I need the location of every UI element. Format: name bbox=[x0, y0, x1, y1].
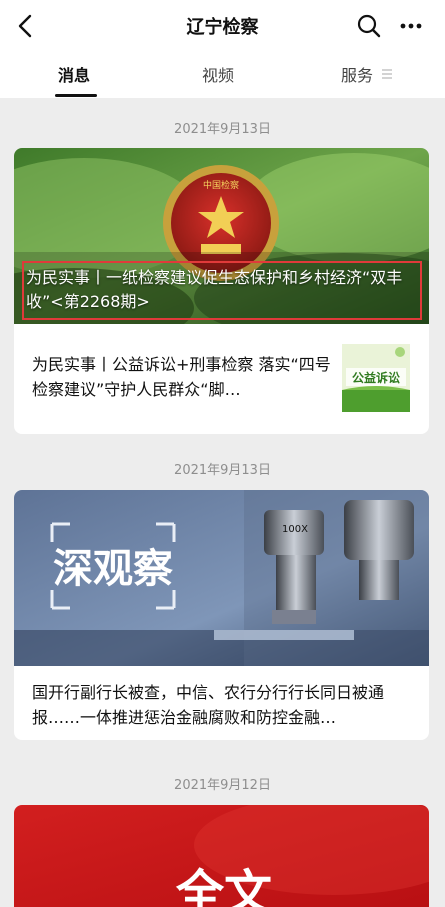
cover-headline: 深观察 bbox=[53, 546, 173, 592]
article-card: 100X 深观察 国开行副行长被查，中信、农行分行行长同日被通报……一体推进惩治… bbox=[14, 490, 429, 740]
article-card: 全文 bbox=[14, 805, 429, 907]
feed-date: 2021年9月12日 bbox=[174, 778, 271, 793]
tab-services[interactable]: 服务 bbox=[341, 62, 373, 86]
menu-lines-icon bbox=[382, 69, 392, 79]
article-cover-image[interactable]: 100X 深观察 bbox=[14, 490, 429, 666]
more-dots-icon[interactable] bbox=[396, 11, 426, 41]
article-cover-image[interactable]: 全文 bbox=[14, 805, 429, 907]
article-title[interactable]: 国开行副行长被查，中信、农行分行行长同日被通报……一体推进惩治金融腐败和防控金融… bbox=[32, 680, 417, 730]
feed-date: 2021年9月13日 bbox=[174, 122, 271, 137]
thumb-text: 公益诉讼 bbox=[352, 370, 400, 385]
top-bar: 辽宁检察 bbox=[0, 0, 445, 52]
emblem-text: 中国检察 bbox=[203, 179, 239, 191]
article-card: 中国检察 为民实事丨一纸检察建议促生态保护和乡村经济“双丰收”<第2268期> … bbox=[14, 148, 429, 434]
sub-article-thumbnail[interactable]: 公益诉讼 bbox=[342, 344, 410, 412]
feed-date: 2021年9月13日 bbox=[174, 463, 271, 478]
list-item[interactable]: 为民实事丨公益诉讼+刑事检察 落实“四号检察建议”守护人民群众“脚… 公益诉讼 bbox=[14, 324, 429, 434]
tab-bar: 消息 视频 服务 bbox=[0, 52, 445, 98]
sub-article-title[interactable]: 为民实事丨公益诉讼+刑事检察 落实“四号检察建议”守护人民群众“脚… bbox=[32, 352, 332, 402]
cover-headline: 全文 bbox=[175, 865, 272, 907]
highlight-box bbox=[22, 261, 422, 320]
search-icon[interactable] bbox=[354, 11, 384, 41]
tab-messages[interactable]: 消息 bbox=[58, 62, 90, 86]
tab-videos[interactable]: 视频 bbox=[202, 62, 234, 86]
lens-label: 100X bbox=[282, 524, 308, 535]
active-tab-indicator bbox=[55, 94, 97, 97]
